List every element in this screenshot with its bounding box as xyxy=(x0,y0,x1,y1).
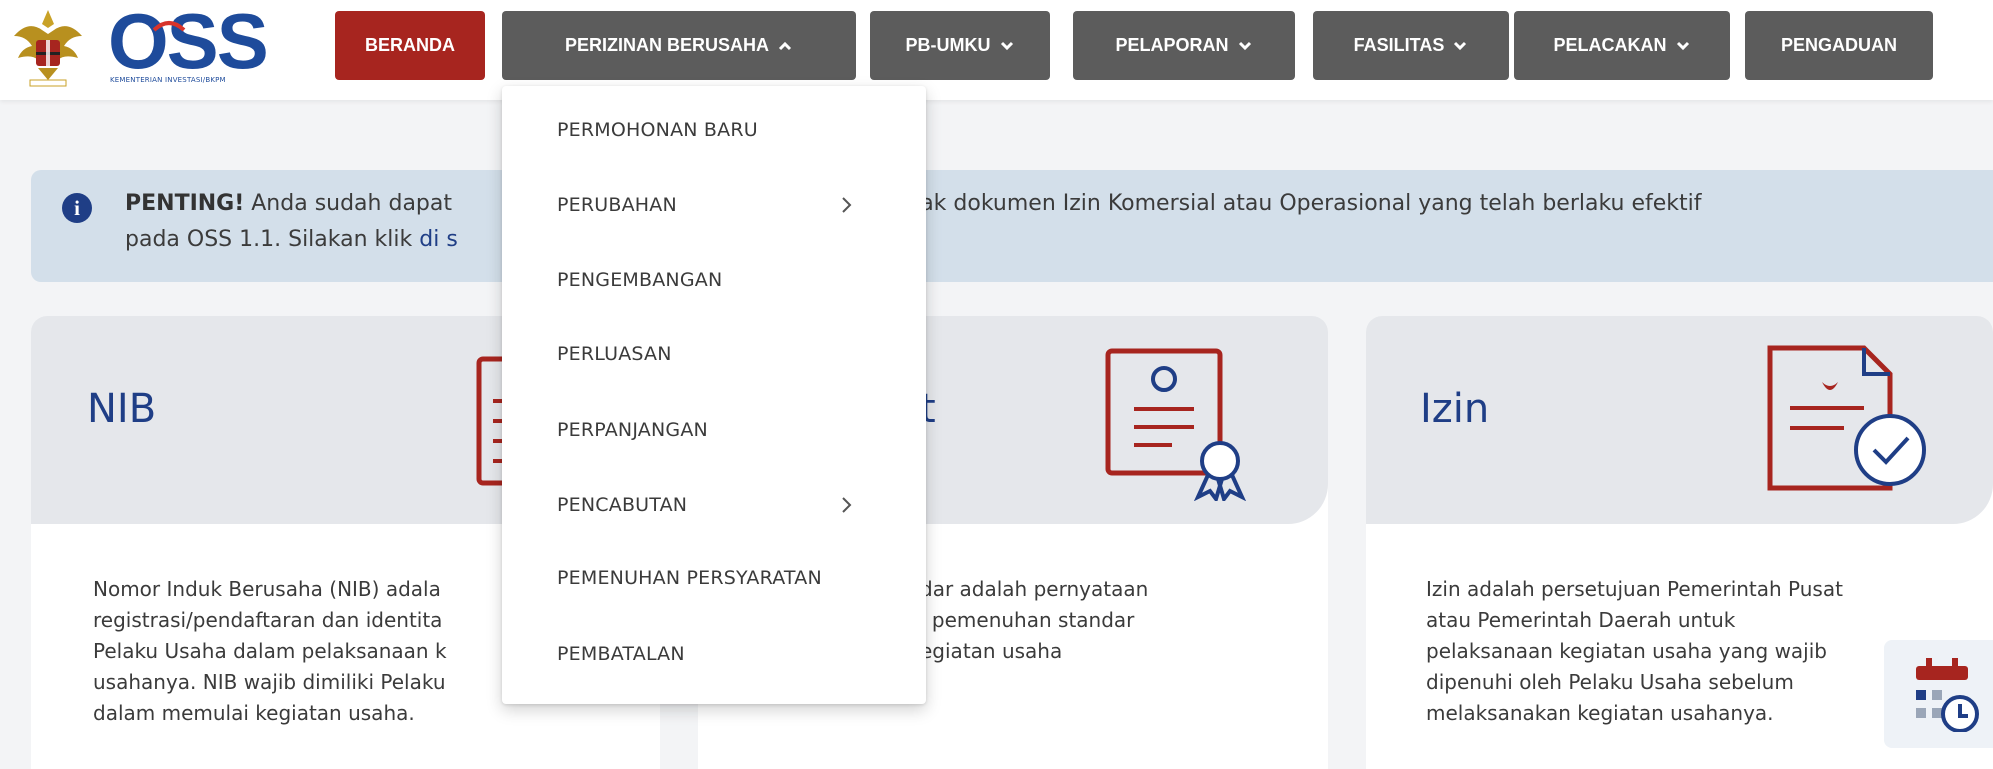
nav-pbumku-label: PB-UMKU xyxy=(905,35,991,55)
nav-pengaduan-button[interactable]: PENGADUAN xyxy=(1745,11,1933,80)
alert-text-end: ncetak dokumen Izin Komersial atau Opera… xyxy=(872,191,1702,216)
nav-pelaporan-label: PELAPORAN xyxy=(1115,35,1229,55)
card-izin-line: melaksanakan kegiatan usahanya. xyxy=(1426,701,1774,725)
nav-pelacakan-label: PELACAKAN xyxy=(1553,35,1667,55)
certificate-icon xyxy=(1105,348,1247,501)
dropdown-item-label: PERLUASAN xyxy=(557,343,672,365)
nav-fasilitas-button[interactable]: FASILITAS xyxy=(1313,11,1509,80)
nav-pbumku-button[interactable]: PB-UMKU xyxy=(870,11,1050,80)
card-nib-line: Nomor Induk Berusaha (NIB) adala xyxy=(93,577,441,601)
alert-link[interactable]: di s xyxy=(419,227,458,252)
chevron-right-icon xyxy=(842,197,852,213)
card-izin-line: atau Pemerintah Daerah untuk xyxy=(1426,608,1736,632)
calendar-clock-icon xyxy=(1916,658,1979,732)
nav-pelaporan-button[interactable]: PELAPORAN xyxy=(1073,11,1295,80)
alert-bold-label: PENTING! xyxy=(125,191,245,216)
red-swoosh-icon xyxy=(152,21,186,32)
nav-perizinan-button[interactable]: PERIZINAN BERUSAHA xyxy=(502,11,856,80)
dropdown-item-perpanjangan[interactable]: PERPANJANGAN xyxy=(502,398,926,462)
card-izin-body: Izin adalah persetujuan Pemerintah Pusat… xyxy=(1426,574,1843,729)
dropdown-item-label: PERMOHONAN BARU xyxy=(557,119,758,141)
perizinan-dropdown-menu: PERMOHONAN BARU PERUBAHAN PENGEMBANGAN P… xyxy=(502,86,926,704)
oss-logo-subtitle: KEMENTERIAN INVESTASI/BKPM xyxy=(110,76,226,84)
oss-logo[interactable]: OSS KEMENTERIAN INVESTASI/BKPM xyxy=(108,0,308,90)
dropdown-item-permohonan-baru[interactable]: PERMOHONAN BARU xyxy=(502,98,926,162)
approved-document-icon xyxy=(1767,345,1926,491)
card-izin-line: pelaksanaan kegiatan usaha yang wajib xyxy=(1426,639,1827,663)
chevron-down-icon xyxy=(1676,41,1689,50)
chevron-down-icon xyxy=(1000,41,1013,50)
nav-perizinan-label: PERIZINAN BERUSAHA xyxy=(564,35,769,55)
important-alert: i PENTING! Anda sudah dapat ncetak dokume… xyxy=(31,170,1993,282)
card-izin-header: Izin xyxy=(1366,316,1993,524)
dropdown-item-perubahan[interactable]: PERUBAHAN xyxy=(502,173,926,237)
card-izin-title: Izin xyxy=(1420,386,1490,432)
card-nib-line: registrasi/pendaftaran dan identita xyxy=(93,608,443,632)
card-izin-line: Izin adalah persetujuan Pemerintah Pusat xyxy=(1426,577,1843,601)
card-nib-line: usahanya. NIB wajib dimiliki Pelaku xyxy=(93,670,446,694)
card-sertifikat-body: dar adalah pernyataan i pemenuhan standa… xyxy=(920,574,1148,667)
top-navbar: OSS KEMENTERIAN INVESTASI/BKPM BERANDA P… xyxy=(0,0,1993,100)
nav-fasilitas-label: FASILITAS xyxy=(1353,35,1445,55)
dropdown-item-label: PEMENUHAN PERSYARATAN xyxy=(557,567,822,589)
chevron-down-icon xyxy=(1238,41,1251,50)
calendar-widget-button[interactable] xyxy=(1884,640,1993,748)
dropdown-item-label: PERUBAHAN xyxy=(557,194,677,216)
dropdown-item-label: PENCABUTAN xyxy=(557,494,688,516)
dropdown-item-pemenuhan-persyaratan[interactable]: PEMENUHAN PERSYARATAN xyxy=(502,546,926,610)
dropdown-item-pengembangan[interactable]: PENGEMBANGAN xyxy=(502,248,926,312)
dropdown-item-perluasan[interactable]: PERLUASAN xyxy=(502,322,926,386)
info-icon: i xyxy=(62,193,92,223)
garuda-emblem-icon xyxy=(14,10,82,87)
nav-beranda-button[interactable]: BERANDA xyxy=(335,11,485,80)
card-izin-line: dipenuhi oleh Pelaku Usaha sebelum xyxy=(1426,670,1794,694)
dropdown-item-label: PEMBATALAN xyxy=(557,643,685,665)
card-nib-title: NIB xyxy=(87,386,157,432)
dropdown-item-pembatalan[interactable]: PEMBATALAN xyxy=(502,622,926,686)
alert-text-start: Anda sudah dapat xyxy=(244,191,452,216)
card-nib-body: Nomor Induk Berusaha (NIB) adala registr… xyxy=(93,574,447,729)
nav-beranda-label: BERANDA xyxy=(365,35,455,55)
oss-logo-text: OSS xyxy=(108,0,269,85)
nav-pelacakan-button[interactable]: PELACAKAN xyxy=(1514,11,1730,80)
chevron-up-icon xyxy=(778,41,792,50)
dropdown-item-label: PENGEMBANGAN xyxy=(557,269,723,291)
alert-text-line2: pada OSS 1.1. Silakan klik xyxy=(125,227,420,252)
alert-message: PENTING! Anda sudah dapat ncetak dokumen … xyxy=(125,186,1905,258)
chevron-down-icon xyxy=(1454,41,1467,50)
nav-pengaduan-label: PENGADUAN xyxy=(1780,35,1897,55)
dropdown-item-label: PERPANJANGAN xyxy=(557,419,708,441)
card-sertifikat-line: i pemenuhan standar xyxy=(920,608,1135,632)
card-sertifikat-line: dar adalah pernyataan xyxy=(920,577,1149,601)
card-nib-line: dalam memulai kegiatan usaha. xyxy=(93,701,415,725)
card-nib-line: Pelaku Usaha dalam pelaksanaan k xyxy=(93,639,447,663)
chevron-right-icon xyxy=(842,497,852,513)
dropdown-item-pencabutan[interactable]: PENCABUTAN xyxy=(502,473,926,537)
card-sertifikat-line: egiatan usaha xyxy=(920,639,1063,663)
